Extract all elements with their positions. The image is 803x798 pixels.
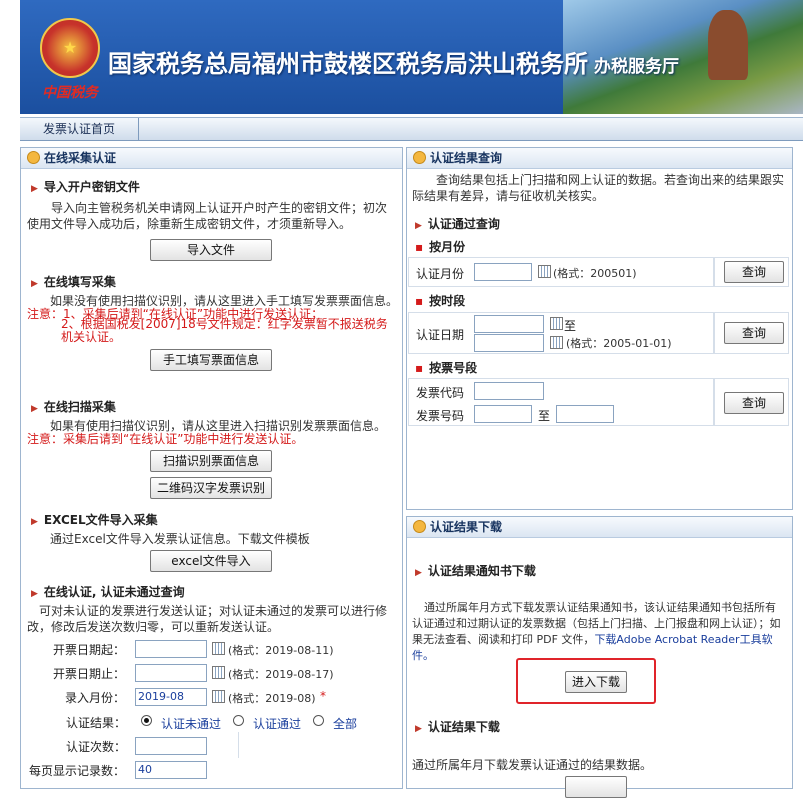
end-date-input[interactable] xyxy=(135,664,207,682)
tab-home[interactable]: 发票认证首页 xyxy=(20,118,139,140)
radio-all-label[interactable]: 全部 xyxy=(333,715,357,732)
triangle-icon: ▶ xyxy=(31,517,38,527)
excel-import-button[interactable]: excel文件导入 xyxy=(150,550,272,572)
scan-recognize-button[interactable]: 扫描识别票面信息 xyxy=(150,450,272,472)
query-desc: 可对未认证的发票进行发送认证；对认证未通过的发票可以进行修改，修改后发送次数归零… xyxy=(27,604,388,634)
triangle-icon: ▶ xyxy=(31,184,38,194)
entry-month-input[interactable]: 2019-08 xyxy=(135,688,207,706)
highlight-box xyxy=(516,658,656,704)
scan-note: 注意：采集后请到“在线认证”功能中进行发送认证。 xyxy=(27,432,304,446)
manual-fill-button[interactable]: 手工填写票面信息 xyxy=(150,349,272,371)
by-period-format: (格式：2005-01-01) xyxy=(566,337,672,350)
calendar-icon[interactable] xyxy=(550,336,563,349)
page-title: 国家税务总局福州市鼓楼区税务局洪山税务所 办税服务厅 xyxy=(108,50,679,78)
auth-date-start-input[interactable] xyxy=(474,315,544,333)
by-month-label: 认证月份 xyxy=(416,267,465,281)
section-scan: ▶ 在线扫描采集 xyxy=(31,400,116,414)
period-to-label: 至 xyxy=(564,319,577,333)
notice-desc: 通过所属年月方式下载发票认证结果通知书，该认证结果通知书包括所有认证通过和过期认… xyxy=(412,601,781,662)
query-month-button[interactable]: 查询 xyxy=(724,261,784,283)
result-label: 认证结果： xyxy=(66,716,127,730)
entry-month-format: (格式：2019-08) xyxy=(228,692,316,705)
by-month-format: (格式：200501) xyxy=(553,267,637,280)
result-download-button[interactable] xyxy=(565,776,627,798)
radio-not-passed-label[interactable]: 认证未通过 xyxy=(161,715,221,732)
qrcode-recognize-button[interactable]: 二维码汉字发票识别 xyxy=(150,477,272,499)
calendar-icon[interactable] xyxy=(212,642,225,655)
section-import-key: ▶ 导入开户密钥文件 xyxy=(31,180,140,194)
page-subtitle: 办税服务厅 xyxy=(594,57,679,77)
query-period-button[interactable]: 查询 xyxy=(724,322,784,344)
triangle-icon: ▶ xyxy=(31,279,38,289)
triangle-icon: ▶ xyxy=(415,568,422,578)
start-date-input[interactable] xyxy=(135,640,207,658)
auth-date-end-input[interactable] xyxy=(474,334,544,352)
section-by-number: ▪ 按票号段 xyxy=(415,361,478,375)
section-pass-query: ▶ 认证通过查询 xyxy=(415,217,500,231)
import-key-desc: 导入向主管税务机关申请网上认证开户时产生的密钥文件；初次使用文件导入成功后，除重… xyxy=(27,201,388,231)
end-date-label: 开票日期止： xyxy=(53,667,126,681)
radio-passed[interactable] xyxy=(233,715,244,726)
calendar-icon[interactable] xyxy=(212,666,225,679)
query-number-button[interactable]: 查询 xyxy=(724,392,784,414)
section-by-period: ▪ 按时段 xyxy=(415,294,466,308)
section-query: ▶ 在线认证, 认证未通过查询 xyxy=(31,585,185,599)
invoice-code-input[interactable] xyxy=(474,382,544,400)
invoice-number-end-input[interactable] xyxy=(556,405,614,423)
triangle-icon: ▶ xyxy=(415,724,422,734)
triangle-icon: ▶ xyxy=(31,589,38,599)
invoice-number-label: 发票号码 xyxy=(416,409,465,423)
entry-month-label: 录入月份： xyxy=(65,691,126,705)
section-result-download: ▶ 认证结果下载 xyxy=(415,720,500,734)
manual-note-2: 2、根据国税发[2007]18号文件规定：红字发票暂不报送税务机关认证。 xyxy=(61,317,388,344)
bullet-icon xyxy=(413,151,426,164)
invoice-code-label: 发票代码 xyxy=(416,386,465,400)
per-page-input[interactable]: 40 xyxy=(135,761,207,779)
radio-passed-label[interactable]: 认证通过 xyxy=(253,715,301,732)
divider xyxy=(238,732,239,758)
section-manual: ▶ 在线填写采集 xyxy=(31,275,116,289)
end-date-format: (格式：2019-08-17) xyxy=(228,668,334,681)
radio-not-passed[interactable] xyxy=(141,715,152,726)
triangle-icon: ▶ xyxy=(415,221,422,231)
start-date-format: (格式：2019-08-11) xyxy=(228,644,334,657)
header-banner: ★ 中国税务 国家税务总局福州市鼓楼区税务局洪山税务所 办税服务厅 xyxy=(20,0,803,114)
start-date-label: 开票日期起： xyxy=(53,643,126,657)
panel-title: 认证结果下载 xyxy=(430,520,503,534)
result-download-desc: 通过所属年月下载发票认证通过的结果数据。 xyxy=(412,758,653,772)
radio-all[interactable] xyxy=(313,715,324,726)
nav-bar: 发票认证首页 xyxy=(20,117,803,141)
logo-text: 中国税务 xyxy=(42,85,98,101)
query-result-desc: 查询结果包括上门扫描和网上认证的数据。若查询出来的结果跟实际结果有差异，请与征收… xyxy=(412,173,785,203)
number-to-label: 至 xyxy=(538,409,551,423)
section-by-month: ▪ 按月份 xyxy=(415,240,466,254)
auth-month-input[interactable] xyxy=(474,263,532,281)
import-file-button[interactable]: 导入文件 xyxy=(150,239,272,261)
required-mark: * xyxy=(320,689,326,703)
excel-desc: 通过Excel文件导入发票认证信息。下载文件模板 xyxy=(50,532,310,546)
section-notice-download: ▶ 认证结果通知书下载 xyxy=(415,564,536,578)
count-input[interactable] xyxy=(135,737,207,755)
bullet-icon xyxy=(413,520,426,533)
by-period-label: 认证日期 xyxy=(416,328,465,342)
section-excel: ▶ EXCEL文件导入采集 xyxy=(31,513,158,527)
panel-title: 认证结果查询 xyxy=(430,151,503,165)
calendar-icon[interactable] xyxy=(538,265,551,278)
triangle-icon: ▶ xyxy=(31,404,38,414)
invoice-number-start-input[interactable] xyxy=(474,405,532,423)
calendar-icon[interactable] xyxy=(550,317,563,330)
tax-emblem-icon: ★ xyxy=(40,18,100,78)
count-label: 认证次数： xyxy=(66,740,127,754)
per-page-label: 每页显示记录数： xyxy=(29,764,126,778)
calendar-icon[interactable] xyxy=(212,690,225,703)
panel-title: 在线采集认证 xyxy=(44,151,117,165)
bullet-icon xyxy=(27,151,40,164)
